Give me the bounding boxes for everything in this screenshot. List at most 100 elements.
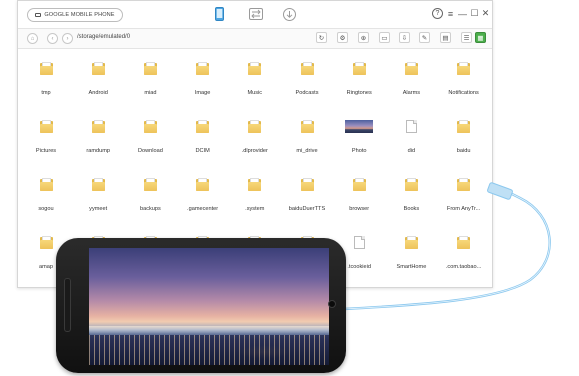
forward-button[interactable]: › (62, 33, 73, 44)
folder-item[interactable]: SmartHome (385, 236, 437, 270)
folder-icon (248, 62, 262, 75)
export-button[interactable]: ⇩ (399, 32, 410, 43)
folder-icon (143, 178, 157, 191)
item-label: Music (247, 90, 263, 96)
folder-icon (39, 120, 53, 133)
folder-icon (39, 178, 53, 191)
item-label: .gamecenter (187, 206, 219, 212)
item-label: miad (144, 90, 157, 96)
item-label: backups (139, 206, 161, 212)
home-button[interactable]: ⌂ (27, 33, 38, 44)
item-label: Podcasts (295, 90, 319, 96)
folder-item[interactable]: baidu (438, 120, 490, 154)
folder-icon (404, 236, 418, 249)
folder-icon (300, 62, 314, 75)
refresh-icon: ↻ (318, 34, 325, 42)
minimize-button[interactable]: — (457, 8, 468, 19)
item-label: From AnyTr... (446, 206, 481, 212)
chevron-left-icon: ‹ (51, 35, 54, 42)
close-button[interactable]: ✕ (480, 8, 491, 19)
list-view-button[interactable]: ☰ (461, 32, 472, 43)
folder-item[interactable]: backups (124, 178, 176, 212)
tab-download[interactable] (281, 6, 297, 22)
folder-item[interactable]: miad (124, 62, 176, 96)
folder-item[interactable]: .gamecenter (177, 178, 229, 212)
edit-icon: ✎ (421, 34, 428, 42)
item-label: Download (137, 148, 163, 154)
folder-item[interactable]: DCIM (177, 120, 229, 154)
file-item[interactable]: did (385, 120, 437, 154)
device-selector[interactable]: GOOGLE MOBILE PHONE (27, 8, 123, 22)
transfer-icon (249, 8, 263, 20)
gear-icon: ⚙ (339, 34, 346, 42)
item-label: Alarms (402, 90, 421, 96)
item-label: did (407, 148, 416, 154)
folder-icon (352, 178, 366, 191)
grid-view-icon: ▦ (477, 34, 484, 42)
file-icon (405, 120, 417, 133)
back-button[interactable]: ‹ (47, 33, 58, 44)
folder-item[interactable]: yymeet (72, 178, 124, 212)
folder-icon (39, 62, 53, 75)
folder-icon (404, 178, 418, 191)
item-label: yymeet (89, 206, 108, 212)
folder-item[interactable]: baiduDuerTTS (281, 178, 333, 212)
folder-item[interactable]: Books (385, 178, 437, 212)
folder-item[interactable]: ramdump (72, 120, 124, 154)
settings-button[interactable]: ⚙ (337, 32, 348, 43)
grid-view-button[interactable]: ▦ (475, 32, 486, 43)
usb-device-icon (35, 13, 42, 17)
menu-button[interactable]: ≡ (445, 8, 456, 19)
phone-screen (89, 248, 329, 365)
item-label: Photo (351, 148, 367, 154)
list-view-icon: ☰ (463, 34, 470, 42)
current-path: /storage/emulated/0 (77, 34, 131, 40)
folder-item[interactable]: .com.taobao... (438, 236, 490, 270)
home-icon: ⌂ (30, 35, 35, 42)
folder-item[interactable]: browser (333, 178, 385, 212)
folder-item[interactable]: Music (229, 62, 281, 96)
folder-item[interactable]: Alarms (385, 62, 437, 96)
file-item[interactable]: Photo (333, 120, 385, 154)
folder-icon (248, 178, 262, 191)
help-button[interactable]: ? (432, 8, 443, 19)
folder-item[interactable]: .system (229, 178, 281, 212)
folder-item[interactable]: Notifications (438, 62, 490, 96)
item-label: Pictures (35, 148, 57, 154)
image-thumbnail-icon (345, 120, 374, 133)
item-label: baiduDuerTTS (288, 206, 326, 212)
folder-icon (457, 236, 471, 249)
phone-icon (214, 7, 224, 21)
item-label: .system (245, 206, 265, 212)
folder-item[interactable]: Image (177, 62, 229, 96)
add-button[interactable]: ⊕ (358, 32, 369, 43)
folder-item[interactable]: Download (124, 120, 176, 154)
file-icon (353, 236, 365, 249)
horizon-glow (89, 326, 329, 334)
folder-icon (196, 62, 210, 75)
folder-icon (196, 120, 210, 133)
folder-item[interactable]: Podcasts (281, 62, 333, 96)
item-label: ramdump (86, 148, 110, 154)
item-label: baidu (456, 148, 471, 154)
folder-item[interactable]: tmp (20, 62, 72, 96)
folder-item[interactable]: From AnyTr... (438, 178, 490, 212)
folder-item[interactable]: Android (72, 62, 124, 96)
folder-item[interactable]: .dlprovider (229, 120, 281, 154)
tab-phone-manager[interactable] (211, 6, 227, 22)
refresh-button[interactable]: ↻ (316, 32, 327, 43)
tab-transfer[interactable] (247, 6, 265, 22)
download-icon (282, 7, 296, 21)
folder-item[interactable]: Ringtones (333, 62, 385, 96)
folder-item[interactable]: sogou (20, 178, 72, 212)
folder-item[interactable]: mi_drive (281, 120, 333, 154)
folder-item[interactable]: Pictures (20, 120, 72, 154)
trash-icon: ▤ (442, 34, 449, 42)
new-folder-button[interactable]: ▭ (379, 32, 390, 43)
edit-button[interactable]: ✎ (419, 32, 430, 43)
item-label: DCIM (195, 148, 210, 154)
maximize-button[interactable]: ☐ (469, 8, 480, 19)
folder-icon (91, 120, 105, 133)
folder-icon (457, 120, 471, 133)
delete-button[interactable]: ▤ (440, 32, 451, 43)
